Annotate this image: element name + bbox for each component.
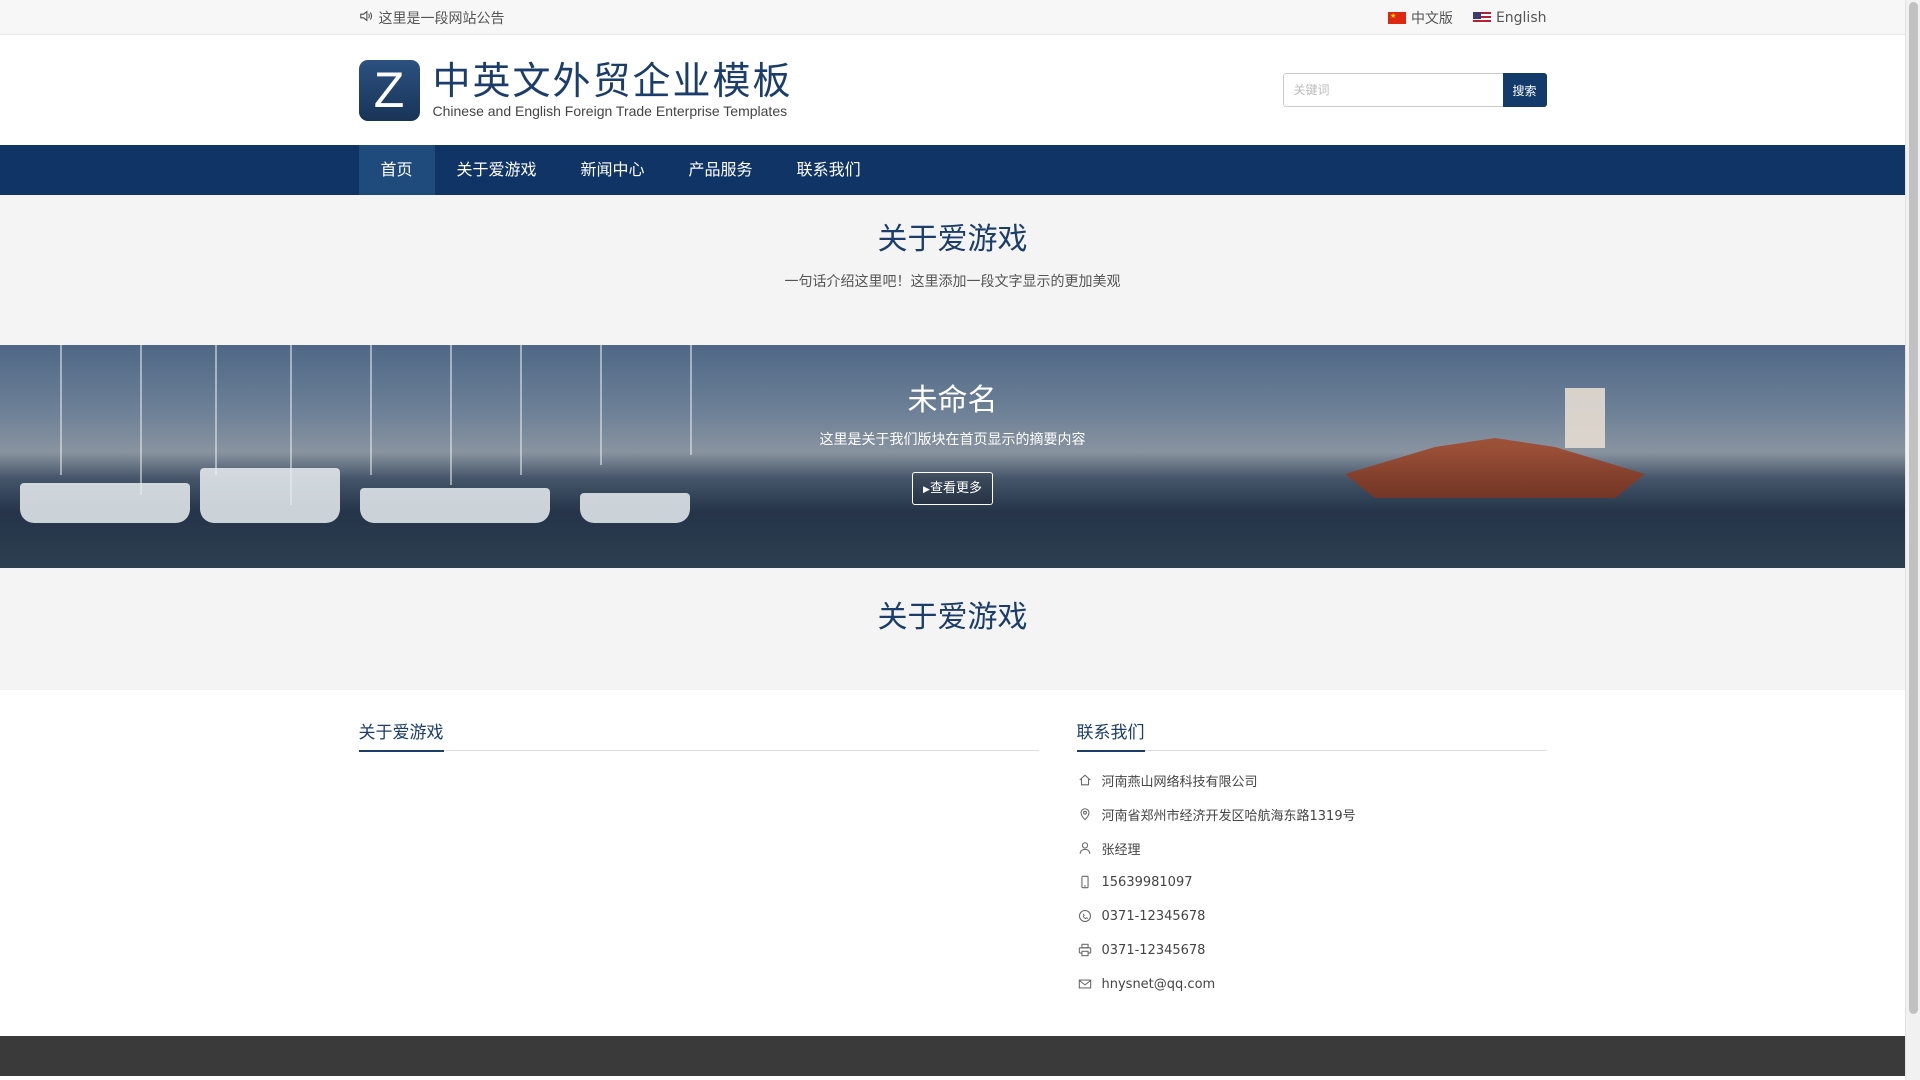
contact-address: 河南省郑州市经济开发区哈航海东路1319号 [1077, 797, 1547, 831]
nav-item-home[interactable]: 首页 [358, 145, 435, 195]
contact-person-text: 张经理 [1101, 842, 1141, 858]
intro-title: 关于爱游戏 [877, 222, 1028, 257]
intro-subtitle: 一句话介绍这里吧！这里添加一段文字显示的更加美观 [784, 274, 1121, 290]
about-section-title: 关于爱游戏 [877, 600, 1028, 635]
contact-fax-text: 0371-12345678 [1101, 942, 1206, 958]
caret-right-icon: ▶ [923, 485, 930, 495]
nav-item-products[interactable]: 产品服务 [667, 145, 775, 195]
contact-mobile-text: 15639981097 [1101, 874, 1193, 890]
site-footer [0, 1036, 1905, 1076]
contact-phone-text: 0371-12345678 [1101, 908, 1206, 924]
contact-column-title[interactable]: 联系我们 [1076, 720, 1145, 752]
intro-section: 关于爱游戏 一句话介绍这里吧！这里添加一段文字显示的更加美观 [0, 195, 1905, 345]
about-column: 关于爱游戏 [358, 720, 1039, 1001]
about-column-title[interactable]: 关于爱游戏 [358, 720, 444, 752]
bottom-section: 关于爱游戏 联系我们 河南燕山网络科技有限公司 河南省郑州市经济开发区哈航海东路… [0, 690, 1905, 1038]
brand-logo-link[interactable]: Z 中英文外贸企业模板 Chinese and English Foreign … [358, 59, 793, 121]
main-nav: 首页 关于爱游戏 新闻中心 产品服务 联系我们 [0, 145, 1905, 195]
page: 这里是一段网站公告 中文版 English Z 中英文外贸企业模板 Chi [0, 0, 1905, 1080]
about-banner: 未命名 这里是关于我们版块在首页显示的摘要内容 ▶查看更多 [0, 345, 1905, 568]
mobile-icon [1077, 874, 1093, 890]
about-section: 关于爱游戏 [0, 568, 1905, 690]
contact-email: hnysnet@qq.com [1077, 967, 1547, 1001]
contact-address-text: 河南省郑州市经济开发区哈航海东路1319号 [1101, 808, 1356, 824]
china-flag-icon [1387, 11, 1406, 24]
view-more-button[interactable]: ▶查看更多 [912, 472, 993, 505]
lang-cn-link[interactable]: 中文版 [1387, 8, 1453, 28]
nav-item-news[interactable]: 新闻中心 [559, 145, 667, 195]
lang-en-label: English [1495, 9, 1547, 26]
contact-column: 联系我们 河南燕山网络科技有限公司 河南省郑州市经济开发区哈航海东路1319号 … [1076, 720, 1547, 1001]
site-header: Z 中英文外贸企业模板 Chinese and English Foreign … [0, 35, 1905, 145]
location-icon [1077, 806, 1093, 822]
contact-mobile: 15639981097 [1077, 865, 1547, 899]
us-flag-icon [1472, 11, 1491, 24]
about-column-header: 关于爱游戏 [358, 720, 1039, 752]
logo-icon: Z [358, 59, 420, 121]
contact-phone: 0371-12345678 [1077, 899, 1547, 933]
phone-icon [1077, 908, 1093, 924]
speaker-icon [359, 9, 373, 27]
nav-item-about[interactable]: 关于爱游戏 [435, 145, 559, 195]
search-input[interactable] [1282, 73, 1503, 107]
banner-title: 未命名 [907, 383, 998, 418]
contact-email-text: hnysnet@qq.com [1101, 976, 1216, 992]
contact-list: 河南燕山网络科技有限公司 河南省郑州市经济开发区哈航海东路1319号 张经理 1… [1077, 763, 1547, 1001]
language-switcher: 中文版 English [1387, 8, 1547, 28]
announcement: 这里是一段网站公告 [359, 8, 505, 28]
vertical-scrollbar[interactable] [1905, 0, 1920, 1080]
banner-content: 未命名 这里是关于我们版块在首页显示的摘要内容 ▶查看更多 [0, 345, 1905, 505]
home-icon [1077, 772, 1093, 788]
user-icon [1077, 840, 1093, 856]
fax-icon [1077, 942, 1093, 958]
nav-item-contact[interactable]: 联系我们 [775, 145, 883, 195]
announcement-text: 这里是一段网站公告 [378, 10, 505, 27]
email-icon [1077, 976, 1093, 992]
view-more-label: 查看更多 [929, 481, 982, 496]
contact-column-header: 联系我们 [1076, 720, 1547, 752]
brand-text: 中英文外贸企业模板 Chinese and English Foreign Tr… [433, 60, 793, 120]
banner-summary: 这里是关于我们版块在首页显示的摘要内容 [819, 432, 1086, 448]
top-bar: 这里是一段网站公告 中文版 English [0, 0, 1905, 35]
contact-fax: 0371-12345678 [1077, 933, 1547, 967]
search-button[interactable]: 搜索 [1502, 73, 1547, 107]
lang-en-link[interactable]: English [1472, 9, 1547, 26]
lang-cn-label: 中文版 [1410, 10, 1453, 27]
search-form: 搜索 [1282, 73, 1547, 107]
brand-title-en: Chinese and English Foreign Trade Enterp… [432, 103, 788, 119]
contact-person: 张经理 [1077, 831, 1547, 865]
contact-company: 河南燕山网络科技有限公司 [1077, 763, 1547, 797]
scrollbar-thumb[interactable] [1909, 2, 1918, 1014]
contact-company-text: 河南燕山网络科技有限公司 [1101, 774, 1258, 790]
brand-title-cn: 中英文外贸企业模板 [432, 59, 793, 103]
